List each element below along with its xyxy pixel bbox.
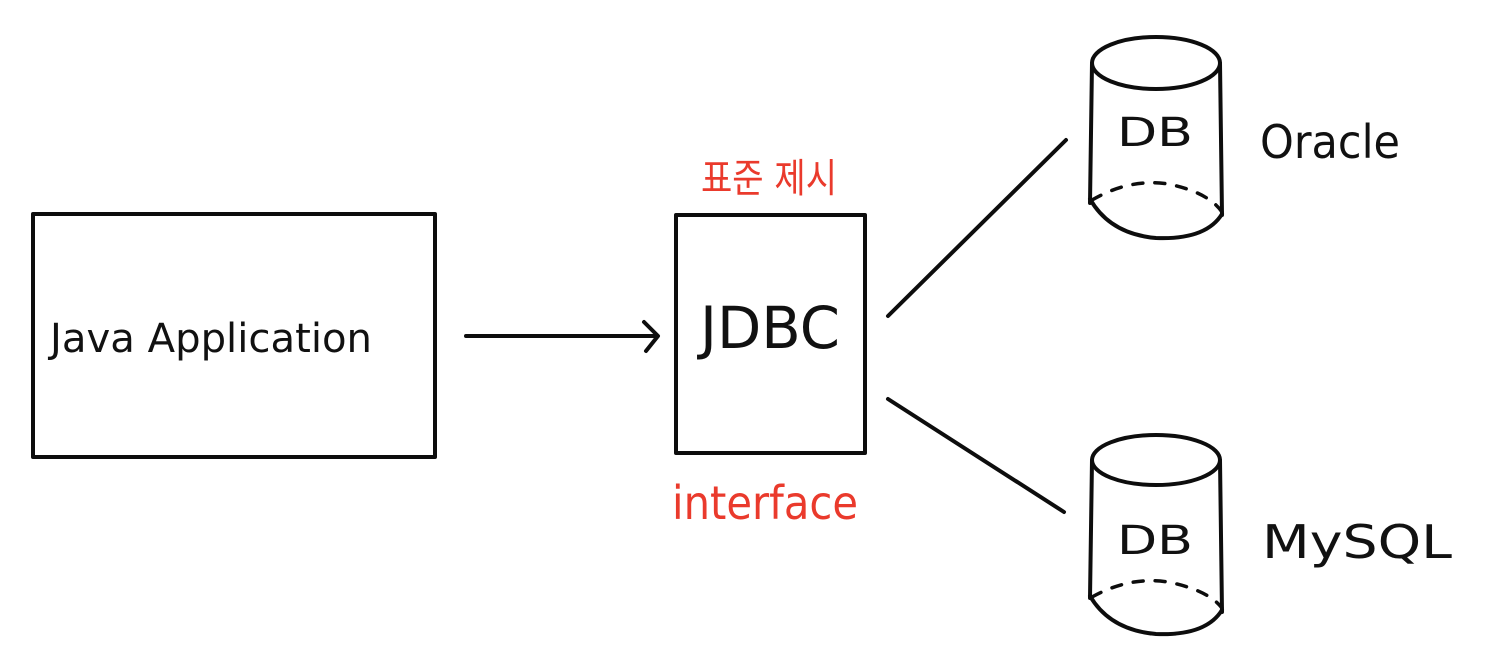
oracle-db-label: DB	[1117, 110, 1193, 156]
jdbc-bottom-note: interface	[672, 476, 858, 530]
oracle-connector-line	[886, 138, 1068, 318]
jdbc-node: 표준 제시 JDBC interface	[672, 156, 867, 530]
mysql-database: DB MySQL	[1088, 433, 1452, 637]
jdbc-top-note: 표준 제시	[701, 156, 837, 202]
mysql-db-label: DB	[1117, 518, 1193, 564]
oracle-database: DB Oracle	[1088, 35, 1400, 241]
mysql-vendor-label: MySQL	[1262, 515, 1452, 569]
jdbc-architecture-diagram: Java Application 표준 제시 JDBC interface DB…	[31, 35, 1452, 637]
oracle-vendor-label: Oracle	[1260, 115, 1400, 169]
mysql-connector-line	[886, 397, 1066, 514]
java-application-label: Java Application	[47, 316, 372, 362]
java-application-node: Java Application	[31, 212, 437, 459]
call-arrow	[464, 320, 660, 353]
jdbc-label: JDBC	[697, 294, 840, 362]
